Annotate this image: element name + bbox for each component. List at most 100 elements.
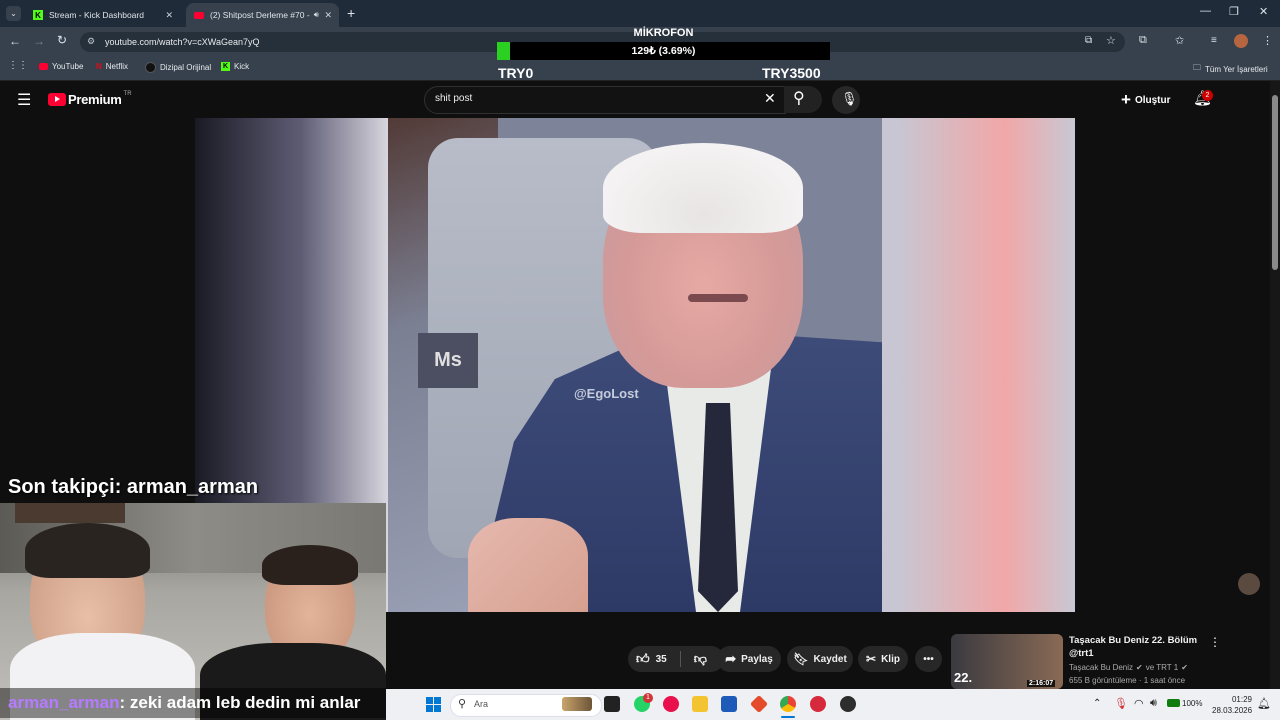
media-control-icon[interactable]: ≡ bbox=[1211, 35, 1217, 46]
speaker-icon[interactable]: 🔊︎ bbox=[314, 10, 319, 20]
obs-icon[interactable] bbox=[840, 696, 856, 712]
recommendation-channel-row: Taşacak Bu Deniz ✔ ve TRT 1 ✔ bbox=[1069, 663, 1188, 672]
mic-goal-min: TRY0 bbox=[498, 65, 534, 81]
recommendation-title[interactable]: Taşacak Bu Deniz 22. Bölüm @trt1 bbox=[1069, 634, 1199, 660]
taskbar-search-placeholder: Ara bbox=[474, 699, 489, 709]
webcam-person-left-hair bbox=[25, 523, 150, 578]
divider bbox=[679, 651, 681, 667]
tab-youtube-video[interactable]: (2) Shitpost Derleme #70 - 🔊︎ ✕ bbox=[186, 3, 339, 27]
share-button[interactable]: ➦ Paylaş bbox=[717, 646, 781, 672]
notification-center-icon[interactable]: 🔔︎ bbox=[1257, 697, 1271, 710]
youtube-premium-logo[interactable]: Premium TR bbox=[48, 90, 132, 107]
forward-arrow-icon[interactable]: → bbox=[33, 34, 45, 48]
clock[interactable]: 01:29 28.03.2026 bbox=[1212, 694, 1252, 716]
save-button[interactable]: 🔖︎ Kaydet bbox=[787, 646, 853, 672]
channel-watermark-avatar[interactable] bbox=[1238, 573, 1260, 595]
bookmark-label: YouTube bbox=[52, 62, 84, 71]
search-icon[interactable]: ⚲ bbox=[793, 88, 805, 108]
bookmark-kick[interactable]: K Kick bbox=[221, 62, 249, 71]
volume-icon[interactable]: 🔊︎ bbox=[1150, 697, 1157, 710]
country-code: TR bbox=[123, 90, 132, 97]
all-bookmarks-label: Tüm Yer İşaretleri bbox=[1205, 64, 1268, 74]
create-button[interactable]: + Oluştur bbox=[1121, 90, 1171, 110]
dizipal-icon bbox=[145, 62, 156, 73]
windows-start-icon[interactable] bbox=[426, 697, 441, 712]
wifi-icon[interactable]: ◠ bbox=[1134, 697, 1144, 710]
video-sign: Ms bbox=[418, 333, 478, 388]
tab-kick-dashboard[interactable]: K Stream - Kick Dashboard ✕ bbox=[28, 3, 180, 27]
recommendation-channel[interactable]: Taşacak Bu Deniz bbox=[1069, 663, 1133, 672]
whatsapp-badge: 1 bbox=[643, 693, 653, 703]
notification-badge: 2 bbox=[1202, 90, 1213, 101]
close-tab-icon[interactable]: ✕ bbox=[324, 10, 332, 21]
mic-goal-bar: 129₺ (3.69%) bbox=[497, 42, 830, 60]
site-info-icon[interactable]: ⚙ bbox=[87, 36, 95, 47]
bookmark-label: Dizipal Orijinal bbox=[160, 63, 212, 72]
tab-list-chevron-icon[interactable]: ⌄ bbox=[6, 6, 21, 21]
file-explorer-icon[interactable] bbox=[692, 696, 708, 712]
like-dislike-group: 👍︎ 35 👎︎ bbox=[628, 646, 724, 672]
video-player[interactable]: Ms @EgoLost bbox=[388, 118, 882, 612]
tray-chevron-up-icon[interactable]: ⌃ bbox=[1093, 698, 1101, 709]
search-icon: ⚲ bbox=[458, 698, 467, 710]
active-app-indicator bbox=[781, 716, 795, 718]
search-query: shit post bbox=[435, 93, 473, 104]
bookmark-dizipal[interactable]: Dizipal Orijinal bbox=[145, 62, 211, 73]
video-mouth bbox=[688, 294, 748, 302]
bookmark-netflix[interactable]: N Netflix bbox=[96, 62, 128, 71]
recommendation-channel-2[interactable]: ve TRT 1 bbox=[1146, 663, 1178, 672]
clock-date: 28.03.2026 bbox=[1212, 706, 1253, 715]
save-label: Kaydet bbox=[813, 653, 847, 665]
tab-label: (2) Shitpost Derleme #70 - bbox=[210, 10, 310, 20]
kick-icon: K bbox=[221, 62, 230, 71]
close-window-icon[interactable]: ✕ bbox=[1259, 5, 1268, 18]
install-app-icon[interactable]: ⧉ bbox=[1085, 35, 1092, 46]
more-actions-button[interactable]: ••• bbox=[915, 646, 942, 672]
menu-kebab-icon[interactable]: ⋮ bbox=[1262, 34, 1273, 47]
extensions-icon[interactable]: ⧉ bbox=[1139, 34, 1147, 47]
close-tab-icon[interactable]: ✕ bbox=[165, 10, 173, 21]
reading-list-icon[interactable]: ✩ bbox=[1175, 34, 1184, 47]
clear-search-icon[interactable]: ✕ bbox=[764, 90, 776, 107]
restore-icon[interactable]: ❐ bbox=[1229, 5, 1239, 18]
mic-goal-value: 129₺ (3.69%) bbox=[631, 45, 696, 57]
profile-avatar[interactable] bbox=[1234, 34, 1248, 48]
task-view-icon[interactable] bbox=[604, 696, 620, 712]
chrome-icon[interactable] bbox=[780, 696, 796, 712]
thumbnail-text: 22. bbox=[954, 670, 973, 685]
search-input[interactable] bbox=[424, 86, 786, 114]
microphone-in-use-icon[interactable]: 🎙︎ bbox=[1114, 697, 1128, 710]
thumbs-up-icon: 👍︎ bbox=[636, 651, 650, 666]
bookmark-star-icon[interactable]: ☆ bbox=[1106, 34, 1116, 47]
clip-button[interactable]: ✂ Klip bbox=[858, 646, 908, 672]
app-red-icon[interactable] bbox=[810, 696, 826, 712]
hamburger-menu-icon[interactable]: ☰ bbox=[17, 90, 31, 110]
store-icon[interactable] bbox=[721, 696, 737, 712]
tab-label: Stream - Kick Dashboard bbox=[49, 10, 144, 20]
minimize-icon[interactable]: — bbox=[1200, 5, 1211, 17]
new-tab-plus-icon[interactable]: + bbox=[347, 5, 355, 21]
verified-icon: ✔ bbox=[1136, 663, 1143, 672]
battery-percent: 100% bbox=[1182, 699, 1203, 708]
scissors-icon: ✂ bbox=[866, 652, 877, 666]
all-bookmarks[interactable]: 🗀 Tüm Yer İşaretleri bbox=[1193, 62, 1268, 76]
chat-username: arman_arman bbox=[8, 693, 120, 712]
kick-icon: K bbox=[33, 10, 43, 20]
recommendation-thumbnail[interactable]: 22. 2:16:07 bbox=[951, 634, 1063, 689]
mic-goal-title: MİKROFON bbox=[633, 27, 694, 39]
dislike-button[interactable]: 👎︎ bbox=[694, 651, 707, 667]
bookmark-youtube[interactable]: YouTube bbox=[39, 62, 83, 71]
apps-grid-icon[interactable]: ⋮⋮ bbox=[8, 60, 28, 71]
mic-goal-max: TRY3500 bbox=[762, 65, 821, 81]
youtube-icon bbox=[39, 63, 48, 70]
recommendation-menu-icon[interactable]: ⋮ bbox=[1209, 635, 1221, 649]
like-button[interactable]: 👍︎ 35 bbox=[636, 651, 667, 667]
search-highlight-image bbox=[562, 697, 592, 711]
scrollbar-thumb[interactable] bbox=[1272, 95, 1278, 270]
reload-icon[interactable]: ↻ bbox=[57, 33, 67, 47]
media-player-icon[interactable] bbox=[663, 696, 679, 712]
bookmark-label: Netflix bbox=[105, 62, 129, 71]
create-label: Oluştur bbox=[1134, 94, 1171, 106]
back-arrow-icon[interactable]: ← bbox=[9, 34, 21, 48]
video-duration: 2:16:07 bbox=[1027, 680, 1056, 687]
